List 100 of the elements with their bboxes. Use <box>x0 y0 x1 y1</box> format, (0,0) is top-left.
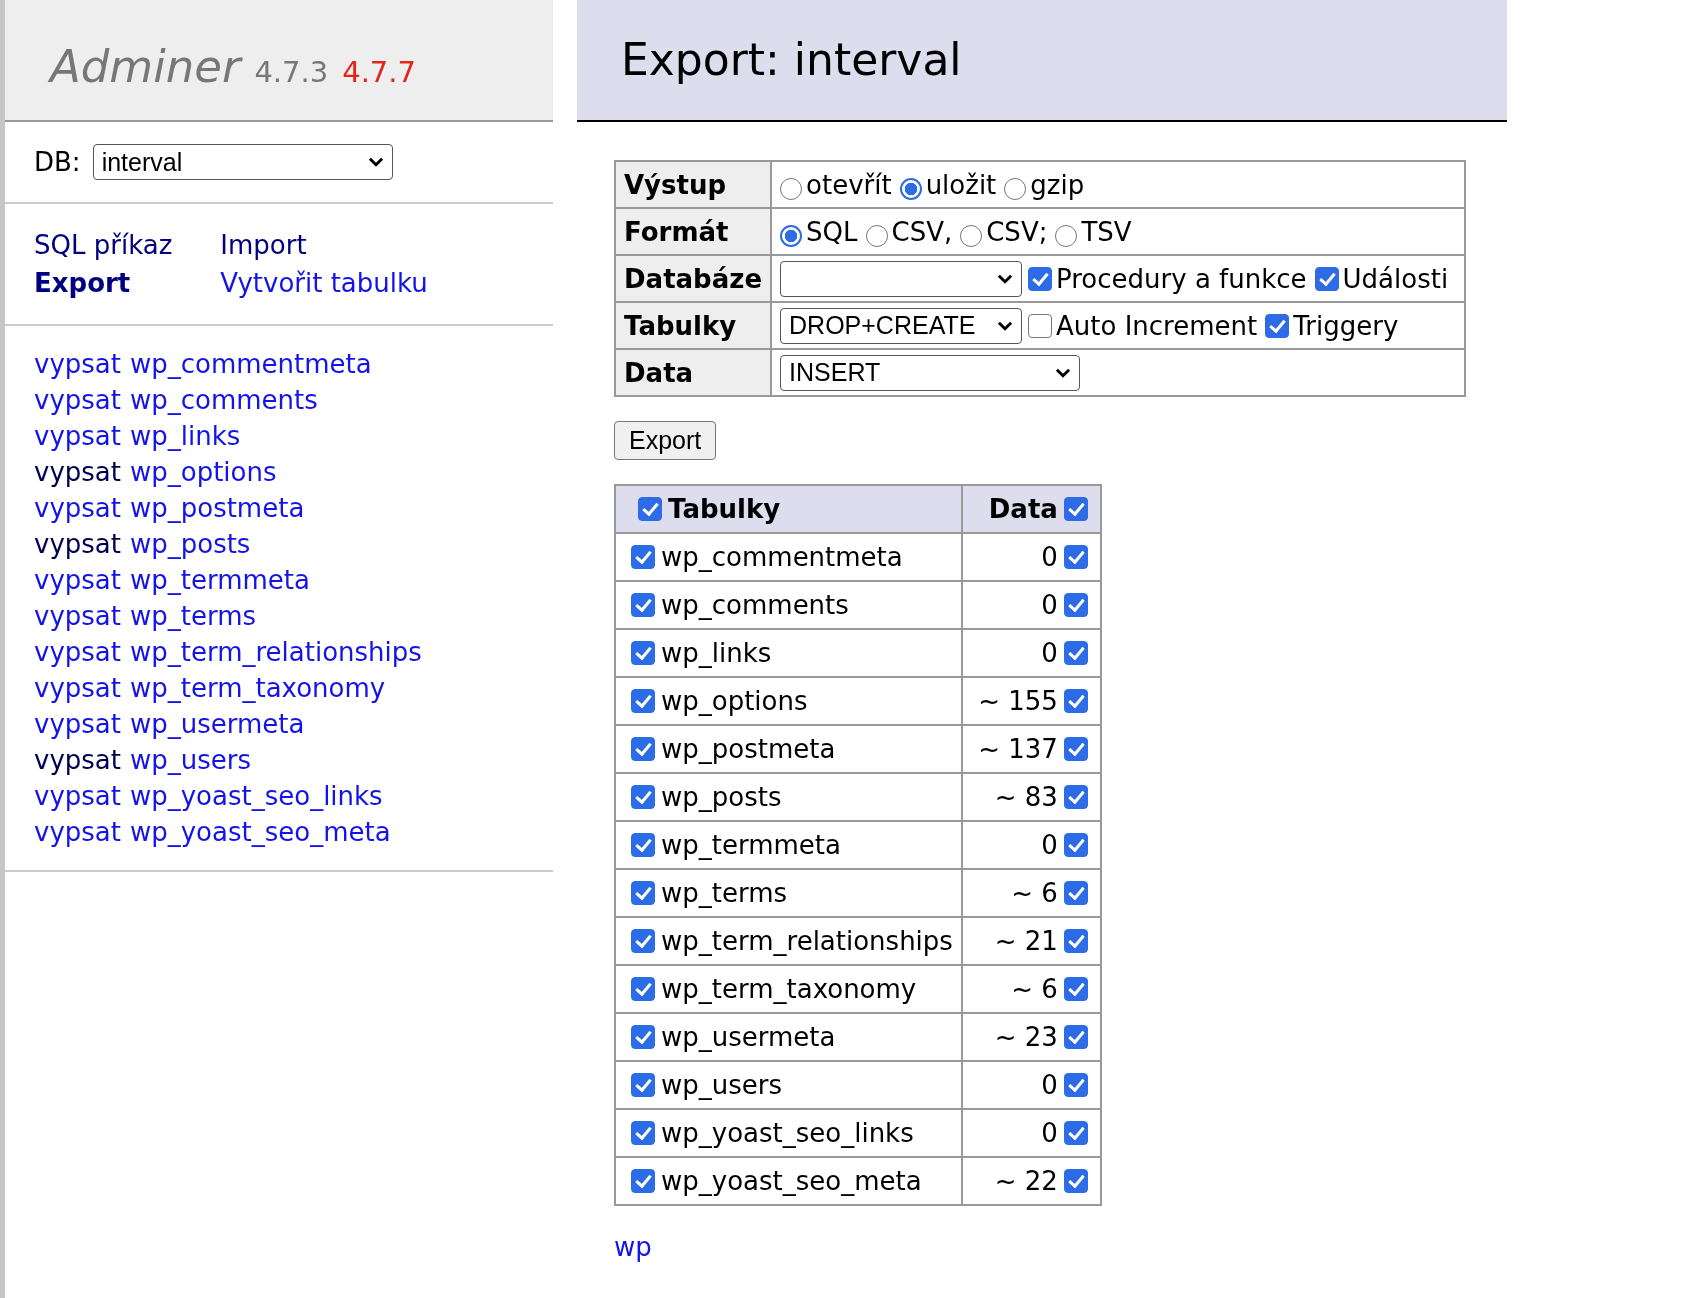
radio-label: TSV <box>1081 216 1132 247</box>
checkbox[interactable] <box>631 1073 655 1097</box>
table-link[interactable]: wp_term_relationships <box>129 634 422 670</box>
checkbox[interactable] <box>631 641 655 665</box>
table-link[interactable]: wp_yoast_seo_meta <box>129 814 391 850</box>
checkbox[interactable] <box>1063 641 1088 665</box>
select-link[interactable]: vypsat <box>34 562 121 598</box>
table-link[interactable]: wp_users <box>129 742 251 778</box>
row-count: ~ 137 <box>978 734 1058 764</box>
checkbox[interactable] <box>1063 689 1088 713</box>
checkbox[interactable] <box>631 977 655 1001</box>
checkbox[interactable] <box>1063 929 1088 953</box>
nav-link[interactable]: SQL příkaz <box>34 226 173 264</box>
select-link[interactable]: vypsat <box>34 526 121 562</box>
select-link[interactable]: vypsat <box>34 706 121 742</box>
checkbox[interactable] <box>631 785 655 809</box>
table-link[interactable]: wp_termmeta <box>129 562 310 598</box>
checkbox[interactable] <box>1063 737 1088 761</box>
checkbox[interactable] <box>1063 593 1088 617</box>
table-link[interactable]: wp_posts <box>129 526 251 562</box>
checkbox[interactable] <box>1063 833 1088 857</box>
checkbox[interactable] <box>631 881 655 905</box>
radio-label: CSV; <box>986 216 1048 247</box>
radio-button[interactable] <box>1055 224 1078 247</box>
checkbox[interactable] <box>1314 266 1339 291</box>
column-header: Data <box>988 494 1058 524</box>
select-link[interactable]: vypsat <box>34 454 121 490</box>
row-count: ~ 6 <box>1011 878 1058 908</box>
db-label: DB: <box>34 147 81 177</box>
select-link[interactable]: vypsat <box>34 418 121 454</box>
dropdown[interactable] <box>780 260 1023 297</box>
nav-link[interactable]: Export <box>34 264 173 302</box>
nav-link[interactable]: Vytvořit tabulku <box>220 264 428 302</box>
checkbox[interactable] <box>631 929 655 953</box>
checkbox[interactable] <box>631 833 655 857</box>
radio-button[interactable] <box>960 224 983 247</box>
table-name: wp_users <box>661 1070 783 1100</box>
select-link[interactable]: vypsat <box>34 634 121 670</box>
table-link[interactable]: wp_usermeta <box>129 706 305 742</box>
select-link[interactable]: vypsat <box>34 598 121 634</box>
radio-label: otevřít <box>806 169 892 200</box>
radio-button[interactable] <box>899 177 922 200</box>
select-link[interactable]: vypsat <box>34 346 121 382</box>
checkbox[interactable] <box>1063 977 1088 1001</box>
option-label: Tabulky <box>615 302 772 349</box>
option-label: Databáze <box>615 255 772 302</box>
radio-button[interactable] <box>865 224 888 247</box>
radio-button[interactable] <box>780 224 803 247</box>
export-button[interactable]: Export <box>614 421 717 460</box>
table-link[interactable]: wp_options <box>129 454 277 490</box>
checkbox[interactable] <box>1063 785 1088 809</box>
table-link[interactable]: wp_comments <box>129 382 318 418</box>
checkbox[interactable] <box>1063 497 1088 521</box>
nav-link[interactable]: Import <box>220 226 428 264</box>
app-logo[interactable]: Adminer <box>50 40 241 93</box>
row-count: 0 <box>1041 830 1058 860</box>
select-link[interactable]: vypsat <box>34 814 121 850</box>
radio-label: SQL <box>806 216 858 247</box>
checkbox[interactable] <box>638 497 662 521</box>
table-link[interactable]: wp_terms <box>129 598 257 634</box>
table-link[interactable]: wp_commentmeta <box>129 346 372 382</box>
checkbox[interactable] <box>1028 313 1053 338</box>
checkbox[interactable] <box>631 593 655 617</box>
checkbox[interactable] <box>1265 313 1290 338</box>
row-count: 0 <box>1041 1118 1058 1148</box>
radio-button[interactable] <box>780 177 803 200</box>
checkbox[interactable] <box>631 689 655 713</box>
checkbox[interactable] <box>631 1121 655 1145</box>
checkbox[interactable] <box>1063 545 1088 569</box>
table-link[interactable]: wp_links <box>129 418 241 454</box>
database-dropdown[interactable]: interval <box>92 144 393 180</box>
checkbox[interactable] <box>1063 1025 1088 1049</box>
row-count: 0 <box>1041 542 1058 572</box>
option-label: Výstup <box>615 161 772 208</box>
select-link[interactable]: vypsat <box>34 382 121 418</box>
radio-button[interactable] <box>1004 177 1027 200</box>
select-link[interactable]: vypsat <box>34 490 121 526</box>
checkbox[interactable] <box>1063 1169 1088 1193</box>
radio-label: gzip <box>1030 169 1085 200</box>
table-name: wp_termmeta <box>661 830 841 860</box>
table-name: wp_terms <box>661 878 788 908</box>
checkbox[interactable] <box>631 1169 655 1193</box>
select-link[interactable]: vypsat <box>34 742 121 778</box>
select-link[interactable]: vypsat <box>34 670 121 706</box>
checkbox[interactable] <box>631 545 655 569</box>
table-link[interactable]: wp_term_taxonomy <box>129 670 386 706</box>
checkbox[interactable] <box>1028 266 1053 291</box>
new-version-link[interactable]: 4.7.7 <box>342 55 416 89</box>
table-link[interactable]: wp_postmeta <box>129 490 305 526</box>
table-link[interactable]: wp_yoast_seo_links <box>129 778 383 814</box>
checkbox[interactable] <box>1063 1073 1088 1097</box>
dropdown[interactable]: INSERT <box>780 354 1081 391</box>
database-link[interactable]: wp <box>614 1232 652 1262</box>
row-count: 0 <box>1041 1070 1058 1100</box>
dropdown[interactable]: DROP+CREATE <box>780 307 1023 344</box>
checkbox[interactable] <box>1063 881 1088 905</box>
checkbox[interactable] <box>631 1025 655 1049</box>
checkbox[interactable] <box>631 737 655 761</box>
select-link[interactable]: vypsat <box>34 778 121 814</box>
checkbox[interactable] <box>1063 1121 1088 1145</box>
